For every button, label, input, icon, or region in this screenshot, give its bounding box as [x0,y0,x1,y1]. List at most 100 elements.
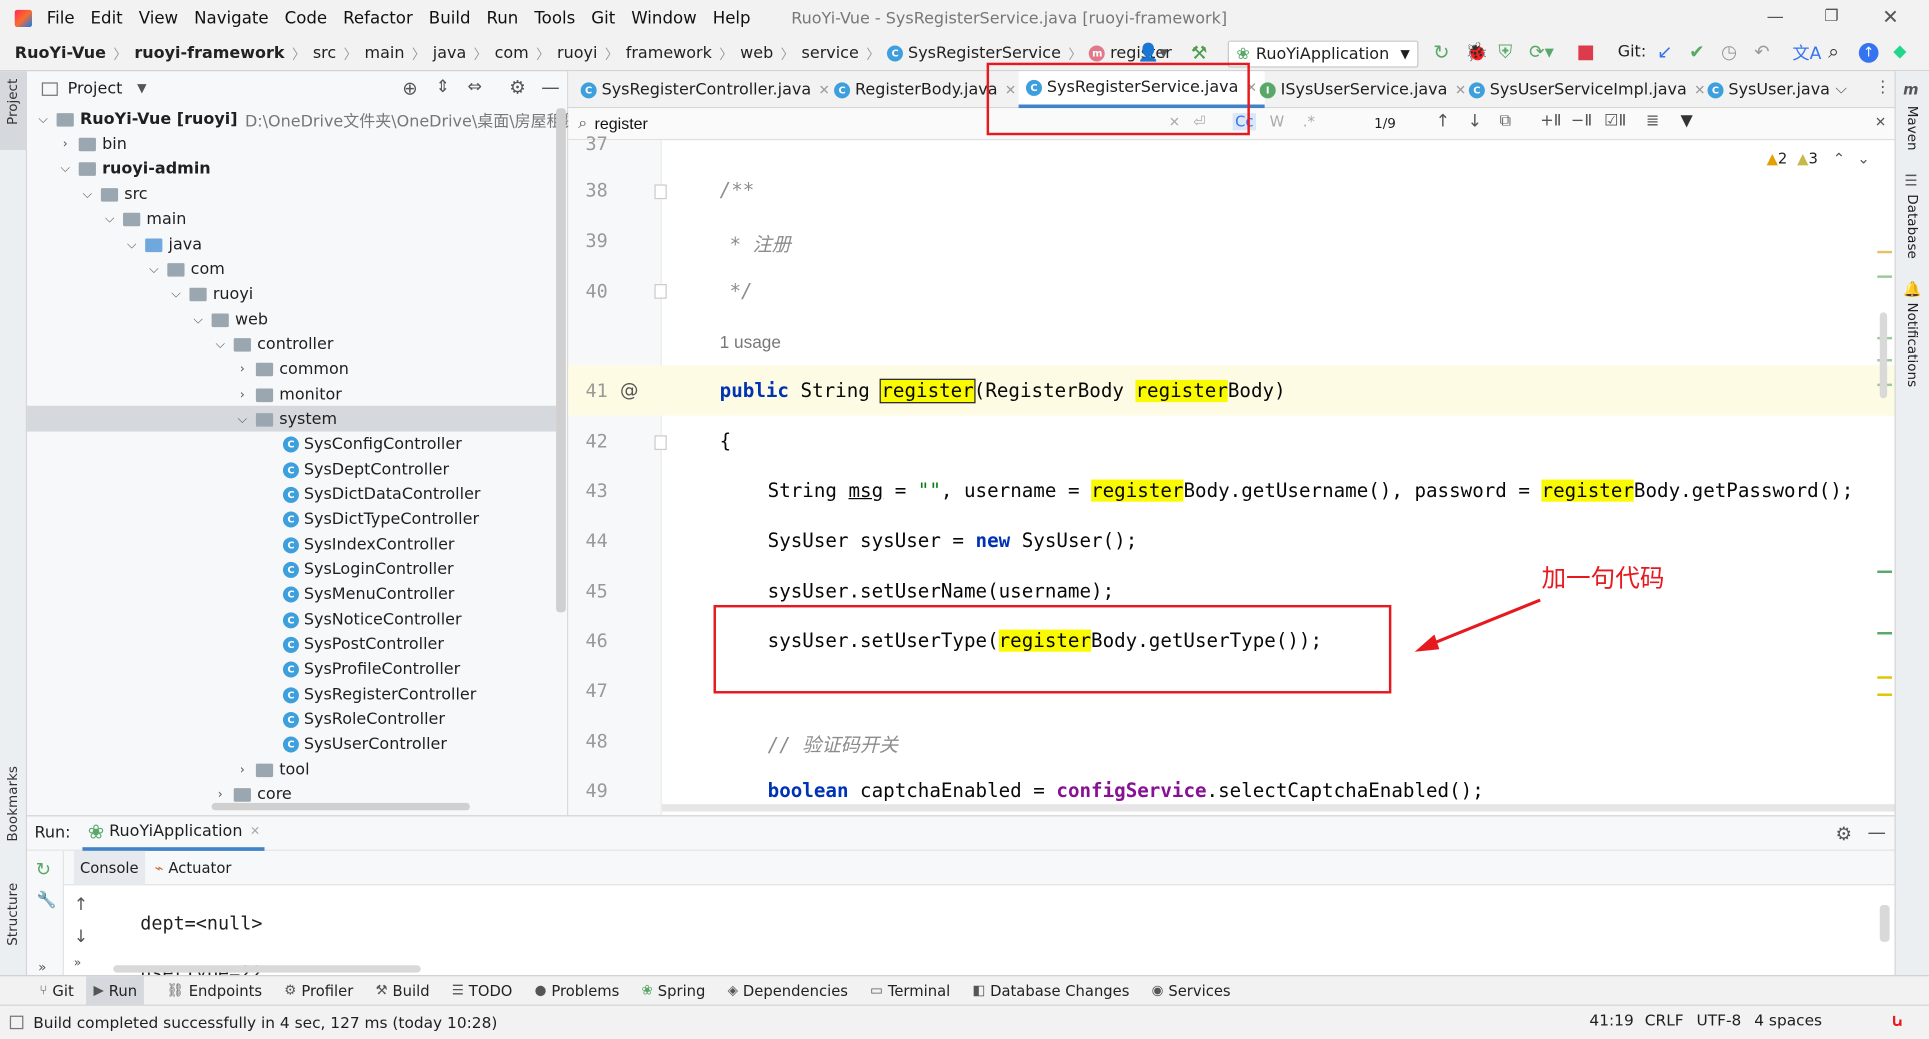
tab-isysuserservice[interactable]: I ISysUserService.java ✕ [1252,71,1473,108]
menu-navigate[interactable]: Navigate [194,9,269,29]
structure-tool-label[interactable]: Structure [5,883,21,946]
tree-scrollbar[interactable] [556,108,566,613]
translate-icon[interactable]: 文A [1792,41,1821,66]
inspection-widget[interactable]: ▲ 2 ▲ 3 ⌃ ⌄ [1767,150,1870,167]
breadcrumb-item[interactable]: RuoYi-Vue [15,44,106,62]
error-stripe-mark[interactable] [1877,570,1893,573]
error-stripe-mark[interactable] [1877,275,1893,278]
scroll-down-icon[interactable]: ↓ [74,927,88,947]
tab-sysregistercontroller[interactable]: C SysRegisterController.java ✕ [573,71,837,108]
console-tab[interactable]: Console [73,850,145,885]
git-tool-button[interactable]: ⑂ Git [39,982,73,999]
error-stripe-mark[interactable] [1877,693,1893,696]
tree-node[interactable]: C SysProfileController [282,657,460,682]
problems-tool-button[interactable]: ● Problems [535,982,620,999]
tree-h-scrollbar[interactable] [211,802,470,811]
stop-icon[interactable] [1578,45,1594,61]
git-history-icon[interactable]: ◷ [1721,41,1737,63]
words-icon[interactable]: W [1270,113,1285,130]
build-tool-button[interactable]: ⚒ Build [375,982,429,999]
menu-run[interactable]: Run [486,9,518,29]
breadcrumb-item[interactable]: SysRegisterService [908,44,1061,62]
code-area[interactable]: /** * 注册 */ 1 usage public String regist… [661,140,1895,815]
tree-node[interactable]: ⌵ ruoyi-admin [59,156,211,181]
rerun-icon[interactable]: ↻ [36,858,51,880]
previous-occurrence-icon[interactable]: ↑ [1436,112,1450,132]
bookmarks-tool-label[interactable]: Bookmarks [5,766,21,842]
tree-node[interactable]: › common [236,357,349,382]
menu-edit[interactable]: Edit [91,9,123,29]
dependencies-tool-button[interactable]: ◈ Dependencies [728,982,848,999]
tree-node[interactable]: ⌵ web [192,307,268,332]
tree-node[interactable]: C SysDictTypeController [282,507,479,532]
tree-node[interactable]: C SysRegisterController [282,682,476,707]
user-icon[interactable]: 👤▾ [1138,43,1168,63]
menu-help[interactable]: Help [713,9,751,29]
tree-node[interactable]: ⌵ com [148,257,225,282]
maven-tool-label[interactable]: Maven [1904,106,1920,151]
expand-all-icon[interactable]: ⇕ [435,77,449,97]
tree-node[interactable]: C SysConfigController [282,432,462,457]
database-icon[interactable]: ☰ [1904,172,1917,189]
code-h-scrollbar[interactable] [661,804,1895,812]
next-highlight-icon[interactable]: ⌄ [1857,150,1869,167]
error-stripe-mark[interactable] [1877,632,1893,635]
spring-tool-button[interactable]: ❀ Spring [642,982,706,999]
breadcrumb-item[interactable]: ruoyi-framework [134,44,284,62]
tree-node[interactable]: ⌵ controller [214,332,334,357]
debug-icon[interactable]: 🐞 [1465,41,1488,63]
tree-node[interactable]: C SysMenuController [282,582,454,607]
breadcrumb-item[interactable]: web [740,44,773,62]
jetbrains-icon[interactable]: ◆ [1893,42,1906,62]
error-stripe-mark[interactable] [1877,250,1893,254]
gear-icon[interactable]: ⚙ [1835,823,1852,845]
code-v-scrollbar[interactable] [1879,312,1888,399]
profiler-tool-button[interactable]: ⚙ Profiler [284,982,353,999]
breadcrumb-item[interactable]: com [495,44,529,62]
git-rollback-icon[interactable]: ↶ [1754,41,1769,63]
git-update-icon[interactable]: ↙ [1657,41,1672,63]
endpoints-tool-button[interactable]: ⛓ Endpoints [167,982,263,999]
terminal-tool-button[interactable]: ▭ Terminal [870,982,950,999]
menu-file[interactable]: File [47,9,75,29]
tree-node[interactable]: ⌵ main [103,207,187,232]
project-tool-label[interactable]: Project [5,79,21,125]
todo-tool-button[interactable]: ☰ TODO [452,982,513,999]
tabs-overflow-icon[interactable]: ⌵ [1835,80,1846,98]
run-tool-button[interactable]: ▶ Run [86,975,145,1006]
menu-tools[interactable]: Tools [534,9,575,29]
hide-icon[interactable]: — [1867,821,1885,843]
actuator-tab[interactable]: ⌁ Actuator [145,850,242,884]
file-encoding[interactable]: UTF-8 [1696,1011,1741,1029]
tree-node[interactable]: C SysDictDataController [282,482,480,507]
tree-node[interactable]: C SysNoticeController [282,607,462,632]
status-message[interactable]: Build completed successfully in 4 sec, 1… [33,1013,497,1031]
menu-build[interactable]: Build [429,9,471,29]
tree-node[interactable]: C SysIndexController [282,532,455,557]
chevron-down-icon[interactable]: ▼ [137,82,146,96]
close-find-icon[interactable]: ✕ [1875,114,1886,130]
breadcrumb-item[interactable]: ruoyi [557,44,597,62]
tree-node[interactable]: C SysDeptController [282,457,449,482]
tab-sysuser[interactable]: C SysUser.java [1700,71,1837,108]
collapse-all-icon[interactable]: ⇔ [467,77,481,97]
wrench-icon[interactable]: 🔧 [37,891,57,909]
menu-refactor[interactable]: Refactor [343,9,413,29]
tree-node[interactable]: › bin [59,132,127,157]
tree-node[interactable]: C SysLoginController [282,557,454,582]
close-tab-icon[interactable]: ✕ [250,824,260,838]
restore-icon[interactable]: ❐ [1824,7,1838,25]
notifications-tool-label[interactable]: Notifications [1904,302,1920,387]
status-toggle-icon[interactable] [9,1015,24,1030]
database-changes-tool-button[interactable]: ◧ Database Changes [972,982,1129,999]
notifications-icon[interactable]: 🔔 [1903,280,1921,297]
scroll-up-icon[interactable]: ↑ [74,895,88,915]
filter-icon[interactable]: ▼ [1680,112,1692,130]
rerun-icon[interactable]: ↻ [1433,41,1449,64]
tab-sysuserserviceimpl[interactable]: C SysUserServiceImpl.java ✕ [1461,71,1712,108]
next-occurrence-icon[interactable]: ↓ [1468,112,1482,132]
run-config-select[interactable]: ❀ RuoYiApplication ▼ [1227,40,1419,68]
gear-icon[interactable]: ⚙ [509,76,526,98]
hide-icon[interactable]: — [541,76,559,98]
tree-node[interactable]: › tool [236,757,310,782]
